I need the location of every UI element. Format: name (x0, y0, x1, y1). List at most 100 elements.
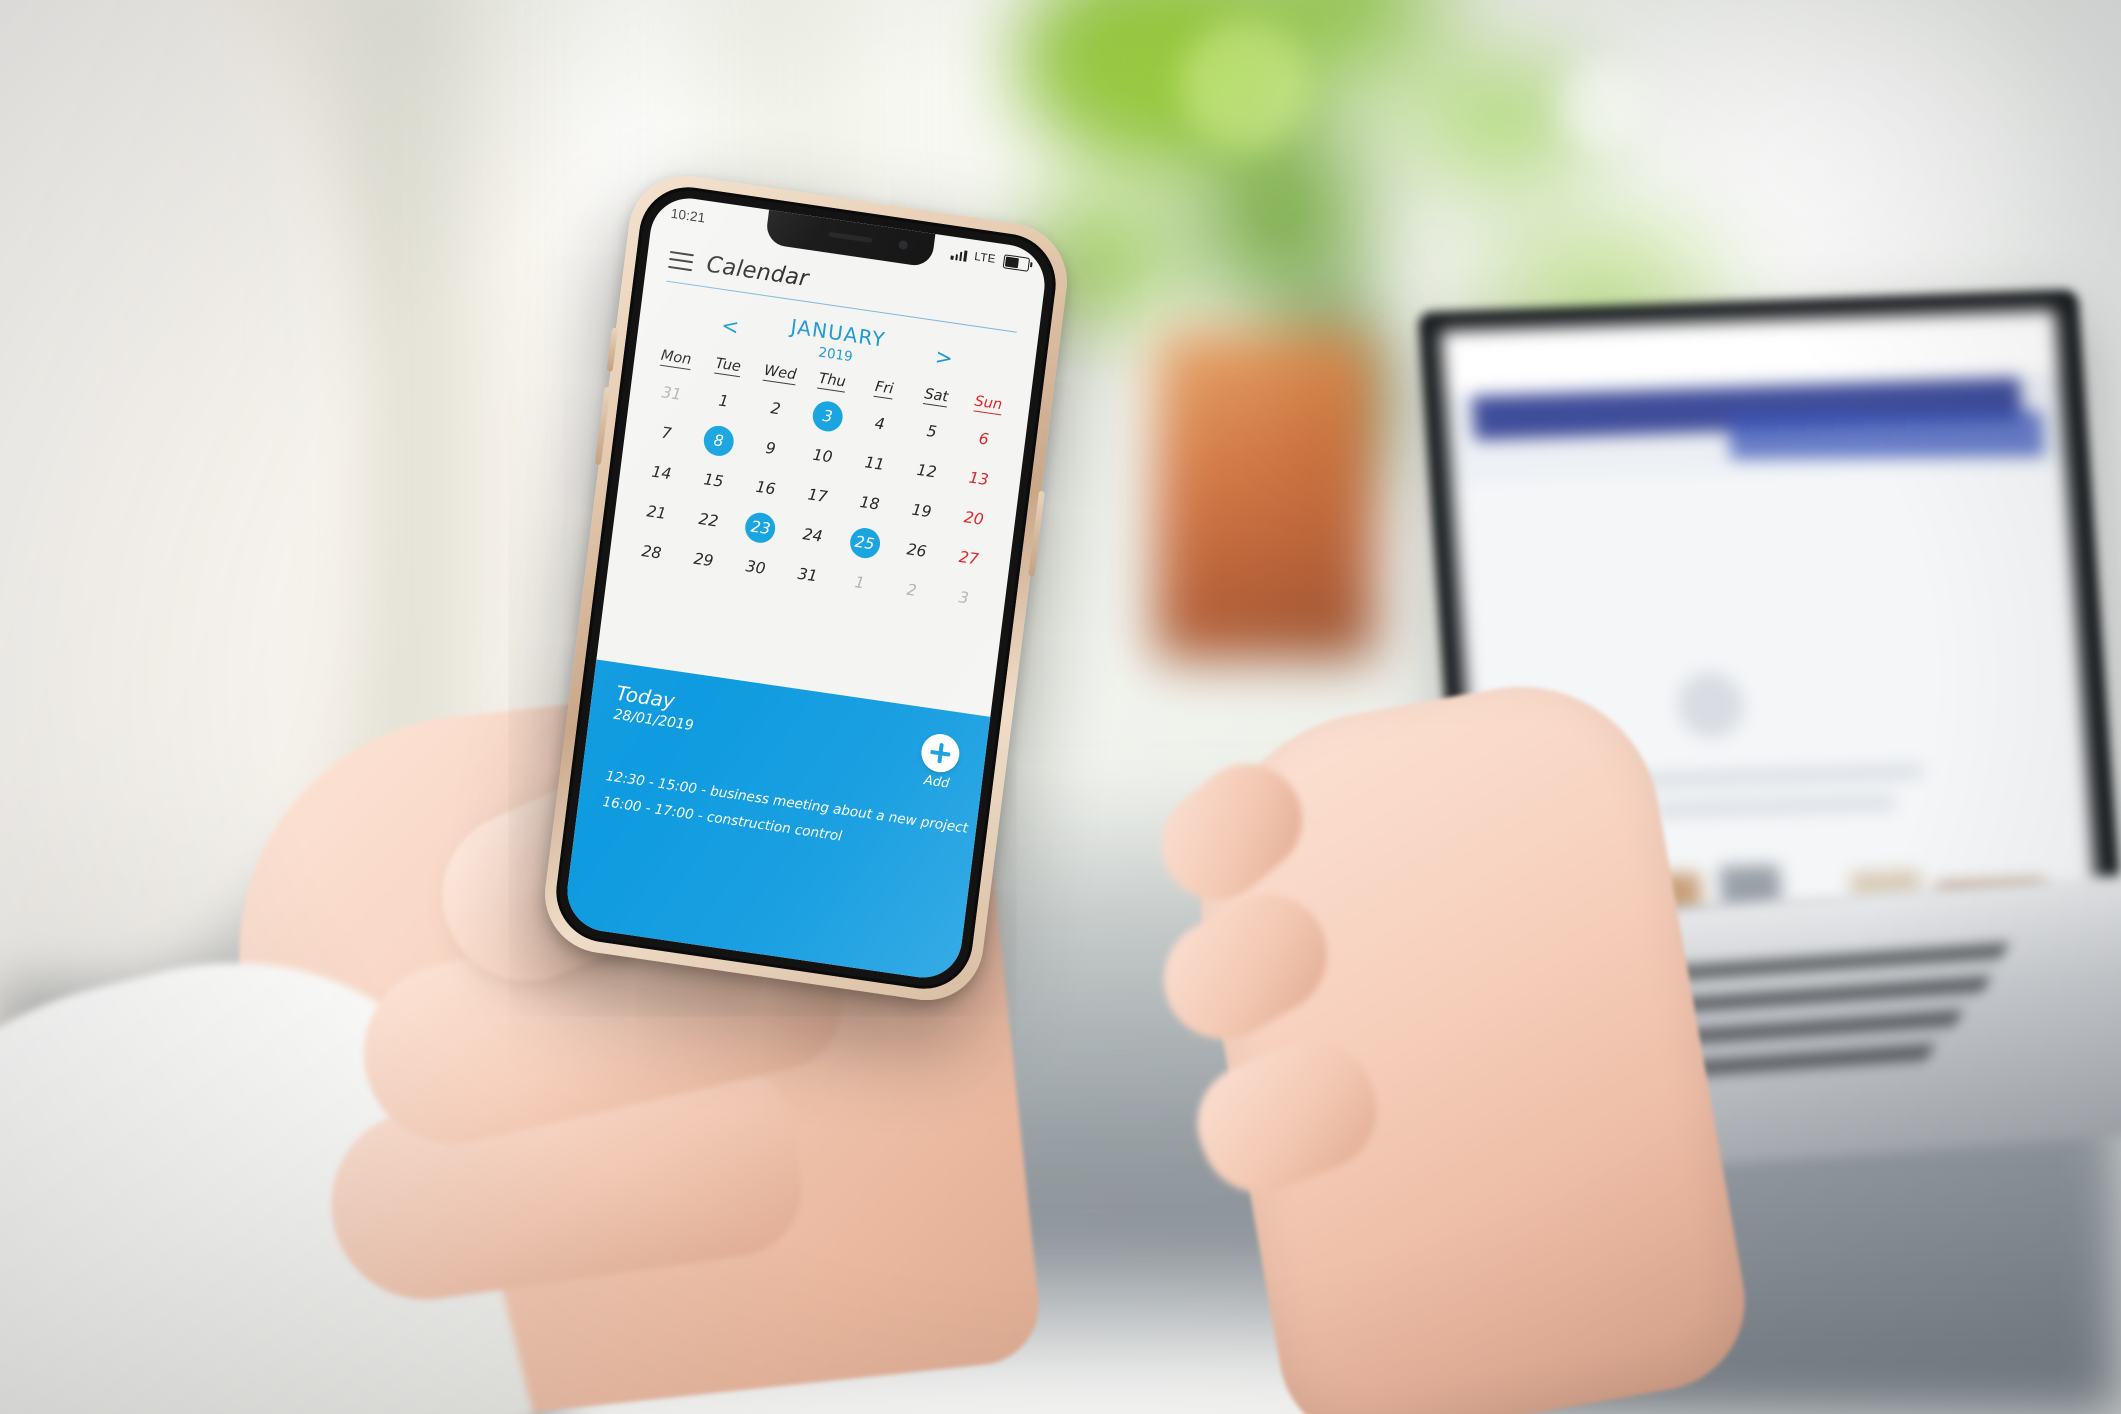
calendar-day-number: 3 (810, 399, 845, 434)
calendar-day-number: 24 (801, 525, 824, 547)
calendar-day-number: 13 (967, 468, 990, 490)
calendar-day-number: 30 (744, 557, 767, 579)
calendar-day-cell[interactable]: 1 (831, 560, 888, 605)
calendar-day-number: 11 (863, 453, 886, 475)
calendar-day-cell[interactable]: 29 (675, 538, 732, 583)
calendar-day-cell[interactable]: 3 (799, 394, 856, 439)
calendar-day-cell[interactable]: 17 (789, 473, 846, 518)
calendar-day-number: 1 (853, 573, 866, 593)
hamburger-menu-icon[interactable] (668, 250, 694, 271)
calendar-day-cell[interactable]: 19 (893, 489, 950, 534)
calendar-day-number: 22 (697, 510, 720, 531)
weekday-fri: Fri (857, 377, 911, 403)
calendar-day-cell[interactable]: 2 (883, 568, 940, 613)
calendar-day-number: 14 (650, 462, 673, 484)
calendar-day-number: 26 (905, 540, 928, 562)
calendar-day-number: 29 (692, 549, 715, 571)
battery-icon (1002, 254, 1031, 272)
bokeh-light (1560, 60, 1650, 150)
calendar-day-number: 16 (754, 478, 777, 499)
calendar-day-number: 20 (962, 508, 985, 530)
calendar-day-number: 1 (717, 391, 730, 412)
calendar-day-number: 25 (847, 526, 882, 561)
weekday-thu: Thu (805, 369, 859, 395)
calendar-day-number: 2 (905, 581, 918, 601)
calendar-day-cell[interactable]: 16 (737, 466, 794, 511)
calendar-day-cell[interactable]: 10 (794, 434, 851, 479)
network-type-label: LTE (973, 250, 997, 266)
next-month-button[interactable]: > (931, 344, 957, 370)
calendar-day-cell[interactable]: 4 (851, 402, 908, 447)
calendar-day-cell[interactable]: 24 (784, 513, 841, 558)
weekday-sun: Sun (961, 392, 1015, 418)
plus-circle-icon (919, 731, 962, 775)
calendar-day-cell[interactable]: 26 (888, 528, 945, 573)
calendar-day-cell[interactable]: 20 (945, 496, 1002, 541)
weekday-label: Thu (817, 371, 847, 393)
add-event-button[interactable]: Add (917, 731, 962, 793)
calendar-day-number: 19 (910, 500, 933, 522)
calendar-day-number: 28 (640, 542, 663, 564)
calendar-day-number: 21 (645, 502, 668, 524)
calendar-day-cell[interactable]: 18 (841, 481, 898, 526)
weekday-tue: Tue (701, 354, 755, 380)
calendar-day-number: 12 (915, 461, 938, 482)
calendar-day-cell[interactable]: 30 (727, 545, 784, 590)
today-panel: Today 28/01/2019 Add 12:30 - 15:00 - bus… (562, 659, 991, 983)
weekday-label: Wed (762, 363, 798, 386)
calendar-day-cell[interactable]: 28 (623, 530, 680, 575)
weekday-label: Fri (873, 379, 895, 400)
calendar-day-number: 10 (811, 446, 834, 467)
calendar-day-cell[interactable]: 11 (846, 441, 903, 486)
calendar-day-cell[interactable]: 8 (690, 419, 747, 464)
calendar-day-cell[interactable]: 9 (742, 426, 799, 471)
weekday-sat: Sat (909, 384, 963, 410)
page-title: Calendar (705, 251, 811, 293)
weekday-label: Tue (714, 356, 742, 378)
calendar-day-number: 31 (796, 565, 819, 586)
weekday-label: Mon (659, 348, 693, 371)
calendar-day-cell[interactable]: 1 (695, 379, 752, 424)
calendar-day-cell[interactable]: 22 (680, 498, 737, 543)
photo-scene (0, 0, 2121, 1414)
calendar-day-number: 23 (743, 511, 778, 546)
calendar-day-number: 9 (764, 439, 777, 459)
calendar-day-cell[interactable]: 25 (836, 521, 893, 566)
weekday-wed: Wed (753, 362, 807, 388)
calendar-day-cell[interactable]: 12 (898, 449, 955, 494)
calendar-day-number: 6 (977, 429, 990, 450)
calendar-day-cell[interactable]: 27 (940, 536, 997, 581)
calendar-day-number: 8 (701, 424, 736, 459)
calendar-day-cell[interactable]: 6 (955, 417, 1012, 462)
laptop-screen-navbar-2 (1728, 410, 2045, 460)
calendar-day-cell[interactable]: 31 (779, 553, 836, 598)
prev-month-button[interactable]: < (717, 313, 743, 339)
weekday-label: Sat (923, 386, 949, 408)
calendar-day-cell[interactable]: 3 (935, 576, 992, 621)
calendar-day-cell[interactable]: 7 (638, 411, 695, 456)
calendar-day-cell[interactable]: 2 (747, 387, 804, 432)
calendar-day-number: 2 (769, 399, 782, 419)
signal-bars-icon (950, 248, 968, 262)
calendar-day-number: 7 (660, 424, 673, 444)
calendar-day-cell[interactable]: 31 (643, 371, 700, 416)
calendar-day-cell[interactable]: 21 (628, 490, 685, 535)
smartphone: 10:21 LTE Calendar < JANUARY 2019 > Mon T… (538, 168, 1074, 1008)
calendar-day-cell[interactable]: 14 (633, 451, 690, 496)
calendar-day-number: 27 (957, 548, 980, 569)
bokeh-light (1180, 20, 1310, 150)
calendar-day-cell[interactable]: 13 (950, 457, 1007, 502)
laptop-text-line (1654, 795, 1896, 817)
weekday-mon: Mon (649, 347, 703, 373)
calendar-day-number: 17 (806, 485, 829, 507)
front-camera-icon (898, 239, 909, 251)
calendar-day-number: 31 (660, 383, 683, 405)
weekday-label: Sun (973, 393, 1003, 416)
calendar-day-cell[interactable]: 15 (685, 458, 742, 503)
calendar-day-number: 3 (957, 588, 970, 608)
calendar-day-number: 15 (702, 470, 725, 492)
laptop-screen-logo (1675, 670, 1747, 740)
calendar-day-number: 18 (858, 493, 881, 515)
calendar-day-cell[interactable]: 5 (903, 409, 960, 454)
calendar-day-cell[interactable]: 23 (732, 506, 789, 551)
